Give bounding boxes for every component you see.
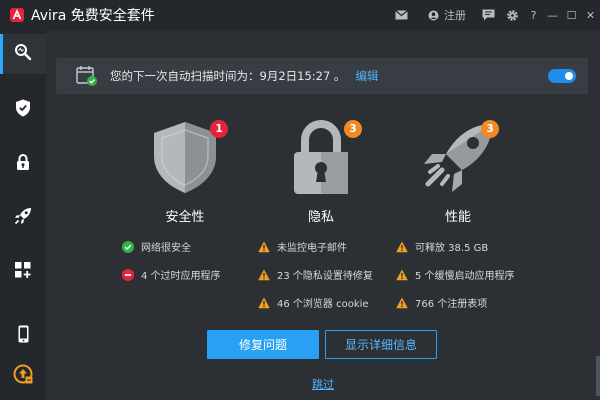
security-badge: 1	[210, 120, 228, 138]
settings-button[interactable]	[500, 0, 524, 30]
privacy-badge: 3	[344, 120, 362, 138]
sidebar-item-apps[interactable]	[0, 252, 46, 292]
sidebar-item-scan[interactable]	[0, 34, 46, 74]
sidebar-item-performance[interactable]	[0, 198, 46, 238]
item-text: 网络很安全	[141, 243, 191, 254]
mail-button[interactable]	[388, 0, 414, 30]
upgrade-icon	[13, 364, 33, 388]
check-circle-icon	[122, 240, 134, 253]
chat-icon	[482, 9, 495, 21]
register-button[interactable]: 注册	[414, 0, 476, 30]
category-security[interactable]: 1 安全性	[140, 120, 230, 230]
warning-icon	[258, 297, 270, 309]
calendar-icon	[76, 65, 98, 87]
privacy-label: 隐私	[307, 210, 334, 225]
sidebar	[0, 30, 46, 400]
gear-icon	[506, 9, 519, 22]
item-text: 23 个隐私设置待修复	[277, 271, 373, 282]
register-label: 注册	[444, 9, 466, 22]
suite-name: 免费安全套件	[70, 8, 155, 24]
warning-icon	[258, 241, 270, 253]
shield-icon	[15, 99, 31, 121]
help-button[interactable]: ?	[524, 0, 543, 30]
user-icon	[428, 10, 439, 21]
sidebar-item-mobile[interactable]	[0, 316, 46, 356]
item-text: 可释放 38.5 GB	[415, 243, 489, 254]
performance-item-slow-apps: 5 个缓慢启动应用程序	[396, 267, 515, 282]
scan-icon	[14, 43, 32, 65]
skip-link[interactable]: 跳过	[290, 376, 356, 392]
item-text: 46 个浏览器 cookie	[277, 299, 369, 310]
category-performance[interactable]: 3 性能	[413, 120, 503, 230]
next-scan-text: 您的下一次自动扫描时间为：9月2日15:27 。	[110, 69, 346, 83]
privacy-item-settings: 23 个隐私设置待修复	[258, 267, 373, 282]
error-circle-icon	[122, 268, 134, 281]
warning-icon	[258, 269, 270, 281]
main-panel: 您的下一次自动扫描时间为：9月2日15:27 。 编辑 1 安全性 3 隐私 3…	[46, 30, 600, 400]
title-bar: Avira 免费安全套件 注册 ? — ☐ ✕	[0, 0, 600, 30]
scan-schedule-banner: 您的下一次自动扫描时间为：9月2日15:27 。 编辑	[56, 58, 588, 94]
performance-label: 性能	[444, 210, 471, 225]
fix-problems-button[interactable]: 修复问题	[207, 330, 319, 359]
sidebar-item-security[interactable]	[0, 90, 46, 130]
minimize-button[interactable]: —	[543, 0, 562, 30]
show-details-button[interactable]: 显示详细信息	[325, 330, 437, 359]
security-label: 安全性	[165, 210, 205, 225]
auto-scan-toggle[interactable]	[548, 69, 576, 83]
performance-item-registry: 766 个注册表项	[396, 295, 487, 310]
item-text: 766 个注册表项	[415, 299, 488, 310]
sidebar-item-upgrade[interactable]	[0, 356, 46, 396]
maximize-button[interactable]: ☐	[562, 0, 581, 30]
privacy-item-cookies: 46 个浏览器 cookie	[258, 295, 369, 310]
item-text: 未监控电子邮件	[277, 243, 347, 254]
warning-icon	[396, 269, 408, 281]
security-item-outdated-apps: 4 个过时应用程序	[122, 267, 221, 282]
warning-icon	[396, 241, 408, 253]
security-item-network: 网络很安全	[122, 239, 191, 254]
item-text: 5 个缓慢启动应用程序	[415, 271, 515, 282]
category-privacy[interactable]: 3 隐私	[276, 120, 366, 230]
mail-icon	[394, 10, 408, 20]
app-title: Avira 免费安全套件	[31, 5, 155, 25]
edit-schedule-link[interactable]: 编辑	[355, 68, 378, 84]
warning-icon	[396, 297, 408, 309]
sidebar-item-privacy[interactable]	[0, 144, 46, 184]
rocket-icon	[14, 207, 32, 229]
scrollbar[interactable]	[596, 356, 600, 396]
close-button[interactable]: ✕	[581, 0, 600, 30]
performance-item-free-space: 可释放 38.5 GB	[396, 239, 488, 254]
mobile-icon	[18, 325, 29, 347]
avira-logo	[10, 8, 24, 22]
apps-icon	[15, 262, 31, 282]
lock-icon	[16, 153, 30, 175]
privacy-item-email: 未监控电子邮件	[258, 239, 347, 254]
app-name: Avira	[31, 8, 67, 24]
performance-badge: 3	[481, 120, 499, 138]
item-text: 4 个过时应用程序	[141, 271, 221, 282]
feedback-button[interactable]	[476, 0, 500, 30]
